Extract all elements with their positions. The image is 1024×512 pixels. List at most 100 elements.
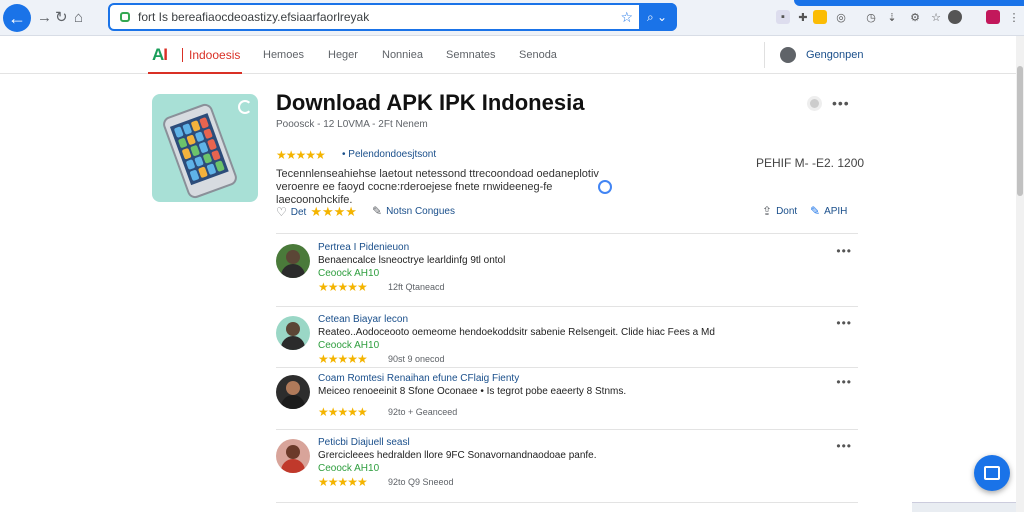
chat-icon [984, 466, 1000, 480]
avatar [276, 375, 310, 409]
extension-icon[interactable]: ▪ [776, 10, 790, 24]
save-label: Det [290, 206, 307, 218]
google-icon[interactable] [598, 180, 612, 194]
apk-label: APIH [824, 205, 848, 217]
status-bar [912, 502, 1016, 512]
scrollbar[interactable] [1016, 36, 1024, 512]
review-text: Meiceo renoeeinit 8 Sfone Oconaee • Is t… [318, 386, 627, 397]
divider [276, 429, 858, 430]
active-tab-underline [148, 72, 242, 74]
logo-letter-a: A [152, 45, 164, 64]
divider [276, 367, 858, 368]
window-accent [794, 0, 1024, 6]
nav-link-3[interactable]: Nonniea [382, 49, 423, 61]
arrow-left-icon: ← [8, 7, 26, 28]
search-icon[interactable]: ⌕ ⌄ [639, 3, 675, 31]
secure-icon [120, 12, 130, 22]
divider [276, 306, 858, 307]
chat-button[interactable] [974, 455, 1010, 491]
refresh-icon[interactable] [238, 100, 252, 114]
share-icon: ⇪ [762, 204, 773, 218]
review-sub: Ceoock AH10 [318, 268, 380, 279]
puzzle-icon[interactable]: ✚ [796, 10, 810, 24]
home-button[interactable]: ⌂ [74, 9, 83, 27]
favorites-icon[interactable]: ☆ [929, 10, 943, 24]
browser-toolbar: ← → ↻ ⌂ fort Is bereafiaocdeoastizy.efsi… [0, 0, 1024, 36]
site-logo[interactable]: AI [152, 45, 168, 65]
bookmark-star-icon[interactable]: ☆ [620, 9, 633, 26]
nav-link-4[interactable]: Semnates [446, 49, 496, 61]
review-item: Pertrea I Pidenieuon Benaencalce lsneoct… [276, 242, 858, 302]
app-title: Download APK IPK Indonesia [276, 90, 585, 115]
history-icon[interactable]: ◷ [864, 10, 878, 24]
avatar [276, 316, 310, 350]
reload-button[interactable]: ↻ [55, 9, 68, 27]
avatar [276, 244, 310, 278]
nav-link-2[interactable]: Heger [328, 49, 358, 61]
reviewer-name[interactable]: Coam Romtesi Renaihan efune CFlaig Fient… [318, 373, 519, 384]
review-item: Cetean Biayar lecon Reateo..Aodoceooto o… [276, 314, 858, 374]
extension-yellow-icon[interactable] [813, 10, 827, 24]
share-action[interactable]: ⇪ Dont [762, 204, 797, 218]
review-time: 92to + Geanceed [388, 407, 458, 417]
more-options-icon[interactable]: ••• [836, 244, 852, 258]
review-time: 90st 9 onecod [388, 354, 445, 364]
link-icon: ✎ [810, 204, 821, 218]
address-bar[interactable]: fort Is bereafiaocdeoastizy.efsiaarfaorl… [108, 3, 677, 31]
review-item: Peticbi Diajuell seasl Grercicleees hedr… [276, 437, 858, 497]
logo-letter-i: I [163, 45, 168, 64]
mic-icon[interactable] [807, 96, 822, 111]
nav-link-5[interactable]: Senoda [519, 49, 557, 61]
more-options-icon[interactable]: ••• [836, 439, 852, 453]
app-meta: Pooosck - 12 L0VMA - 2Ft Nenem [276, 119, 428, 130]
review-text: Grercicleees hedralden llore 9FC Sonavor… [318, 450, 597, 461]
edit-action[interactable]: ✎ Notsn Congues [372, 204, 455, 218]
forward-button[interactable]: → [37, 9, 52, 27]
review-stars: ★★★★★ [318, 405, 368, 419]
more-options-icon[interactable]: ••• [836, 375, 852, 389]
pencil-icon: ✎ [372, 204, 383, 218]
phone-illustration [160, 101, 240, 201]
share-label: Dont [776, 205, 798, 217]
user-avatar[interactable] [780, 47, 796, 63]
reviewer-name[interactable]: Pertrea I Pidenieuon [318, 242, 409, 253]
avatar [276, 439, 310, 473]
edit-label: Notsn Congues [386, 205, 455, 217]
reviewer-name[interactable]: Peticbi Diajuell seasl [318, 437, 410, 448]
review-sub: Ceoock AH10 [318, 340, 380, 351]
brand-name[interactable]: Indooesis [182, 48, 240, 62]
heart-icon: ♡ [276, 205, 287, 219]
menu-icon[interactable]: ⋮ [1007, 10, 1021, 24]
app-icon-image [152, 94, 258, 202]
back-button[interactable]: ← [3, 4, 31, 32]
rating-link[interactable]: • Pelendondoesjtsont [342, 149, 436, 160]
price-info: PEHIF M- -E2. 1200 [756, 156, 865, 170]
rate-stars[interactable]: ★★★★ [310, 204, 357, 220]
review-text: Benaencalce lsneoctrye learldinfg 9tl on… [318, 255, 506, 266]
more-options-icon[interactable]: ••• [836, 316, 852, 330]
url-text[interactable]: fort Is bereafiaocdeoastizy.efsiaarfaorl… [138, 10, 628, 24]
user-name[interactable]: Gengonpen [806, 49, 864, 61]
rating-stars: ★★★★★ [276, 148, 326, 162]
profile-icon[interactable] [948, 10, 962, 24]
app-icon[interactable] [986, 10, 1000, 24]
gear-icon[interactable]: ⚙ [908, 10, 922, 24]
save-action[interactable]: ♡ Det ★★★★ [276, 204, 357, 220]
divider [276, 502, 858, 503]
download-icon[interactable]: ⇣ [885, 10, 899, 24]
app-description: Tecennlenseahiehse laetout netessond ttr… [276, 168, 599, 206]
review-item: Coam Romtesi Renaihan efune CFlaig Fient… [276, 373, 858, 433]
apk-action[interactable]: ✎ APIH [810, 204, 847, 218]
divider [764, 42, 765, 68]
site-header: AI Indooesis Hemoes Heger Nonniea Semnat… [0, 36, 1016, 74]
nav-link-1[interactable]: Hemoes [263, 49, 304, 61]
review-stars: ★★★★★ [318, 280, 368, 294]
divider [276, 233, 858, 234]
scrollbar-thumb[interactable] [1017, 66, 1023, 196]
review-stars: ★★★★★ [318, 475, 368, 489]
review-stars: ★★★★★ [318, 352, 368, 366]
shield-icon[interactable]: ◎ [834, 10, 848, 24]
reviewer-name[interactable]: Cetean Biayar lecon [318, 314, 408, 325]
review-text: Reateo..Aodoceooto oemeome hendoekoddsit… [318, 327, 715, 338]
more-options-icon[interactable]: ••• [832, 95, 850, 111]
